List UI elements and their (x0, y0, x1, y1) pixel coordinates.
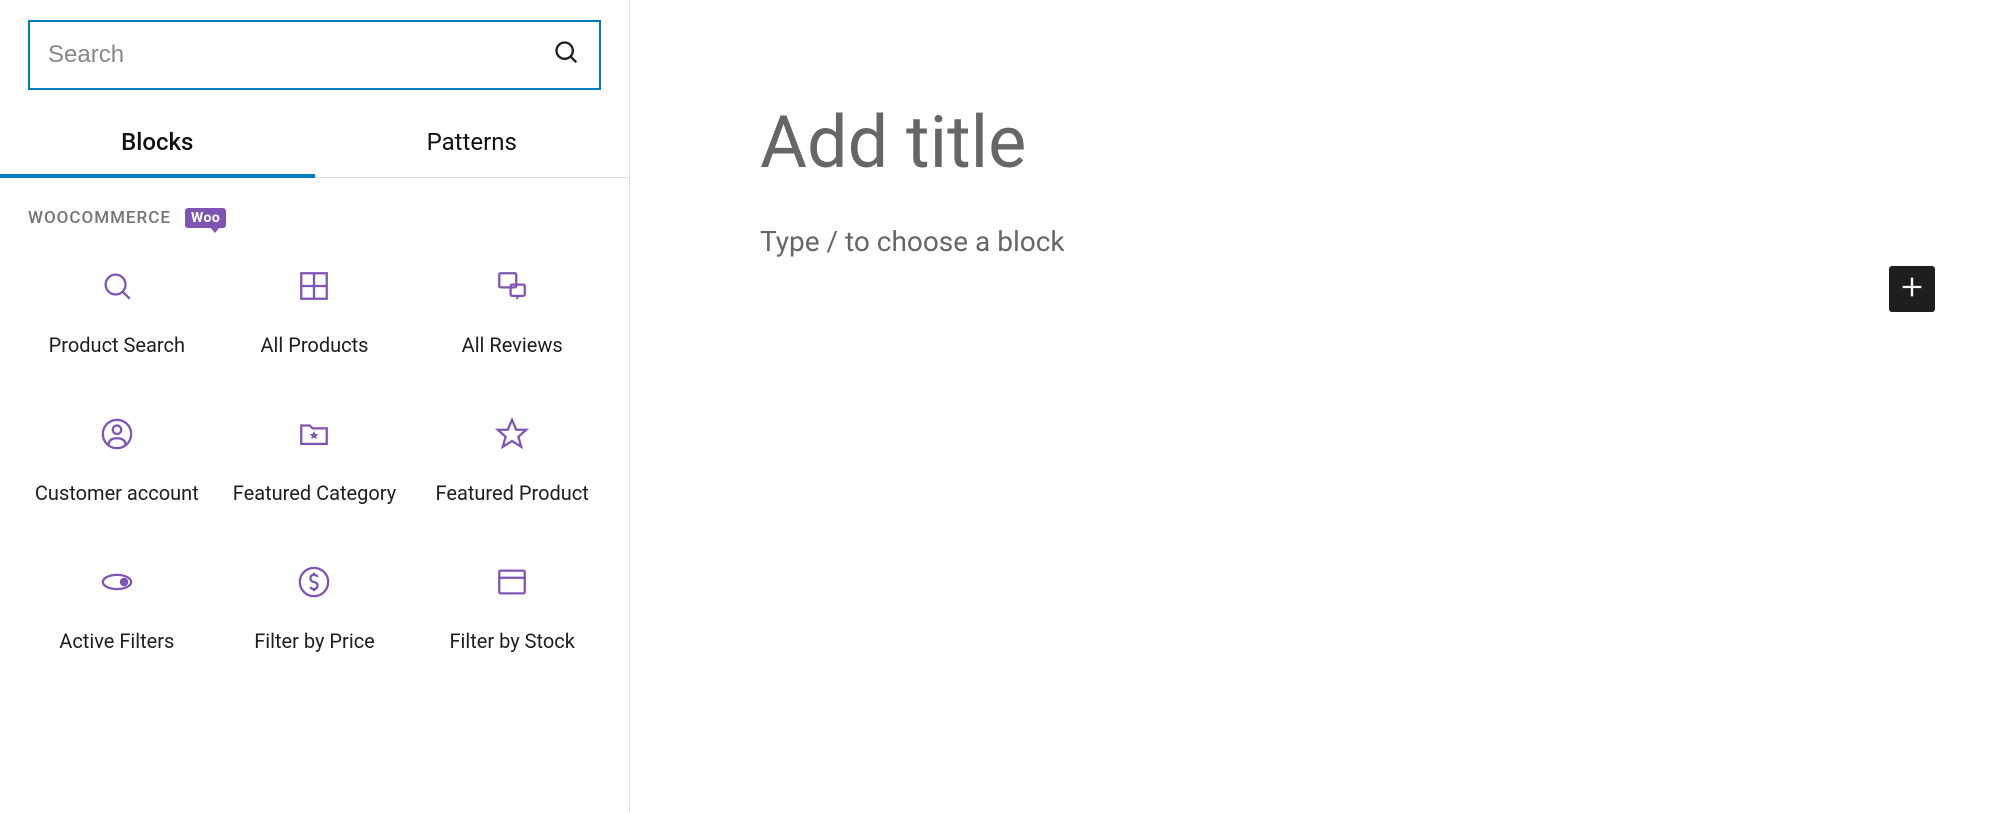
dollar-circle-icon (296, 564, 332, 600)
block-label: Active Filters (59, 628, 174, 654)
plus-icon (1898, 273, 1926, 305)
block-label: All Products (261, 332, 369, 358)
block-filter-by-stock[interactable]: Filter by Stock (413, 552, 611, 666)
search-icon (553, 39, 581, 71)
block-grid: Product Search All Products All Reviews … (0, 238, 629, 684)
toggle-icon (99, 564, 135, 600)
inserter-tabs: Blocks Patterns (0, 110, 629, 178)
block-label: Customer account (35, 480, 199, 506)
post-title-input[interactable]: Add title (760, 100, 1869, 185)
woo-badge-icon: Woo (185, 208, 226, 228)
user-circle-icon (99, 416, 135, 452)
block-inserter-panel: Blocks Patterns WOOCOMMERCE Woo Product … (0, 0, 630, 813)
search-input[interactable] (48, 41, 553, 69)
block-active-filters[interactable]: Active Filters (18, 552, 216, 666)
reviews-icon (494, 268, 530, 304)
category-header: WOOCOMMERCE Woo (0, 178, 629, 238)
star-icon (494, 416, 530, 452)
block-label: Filter by Stock (449, 628, 574, 654)
folder-star-icon (296, 416, 332, 452)
tab-patterns[interactable]: Patterns (315, 110, 630, 178)
add-block-button[interactable] (1889, 266, 1935, 312)
block-all-reviews[interactable]: All Reviews (413, 256, 611, 370)
block-label: Featured Category (233, 480, 396, 506)
block-customer-account[interactable]: Customer account (18, 404, 216, 518)
tab-blocks[interactable]: Blocks (0, 110, 315, 178)
block-all-products[interactable]: All Products (216, 256, 414, 370)
grid-icon (296, 268, 332, 304)
editor-canvas: Add title Type / to choose a block (630, 0, 1999, 813)
search-icon (99, 268, 135, 304)
box-icon (494, 564, 530, 600)
block-filter-by-price[interactable]: Filter by Price (216, 552, 414, 666)
block-featured-product[interactable]: Featured Product (413, 404, 611, 518)
block-product-search[interactable]: Product Search (18, 256, 216, 370)
block-label: Featured Product (436, 480, 589, 506)
block-label: Filter by Price (254, 628, 375, 654)
search-box[interactable] (28, 20, 601, 90)
default-block-appender[interactable]: Type / to choose a block (760, 225, 1869, 258)
search-wrap (0, 20, 629, 110)
block-label: Product Search (49, 332, 185, 358)
category-label: WOOCOMMERCE (28, 208, 171, 228)
block-featured-category[interactable]: Featured Category (216, 404, 414, 518)
block-label: All Reviews (462, 332, 563, 358)
